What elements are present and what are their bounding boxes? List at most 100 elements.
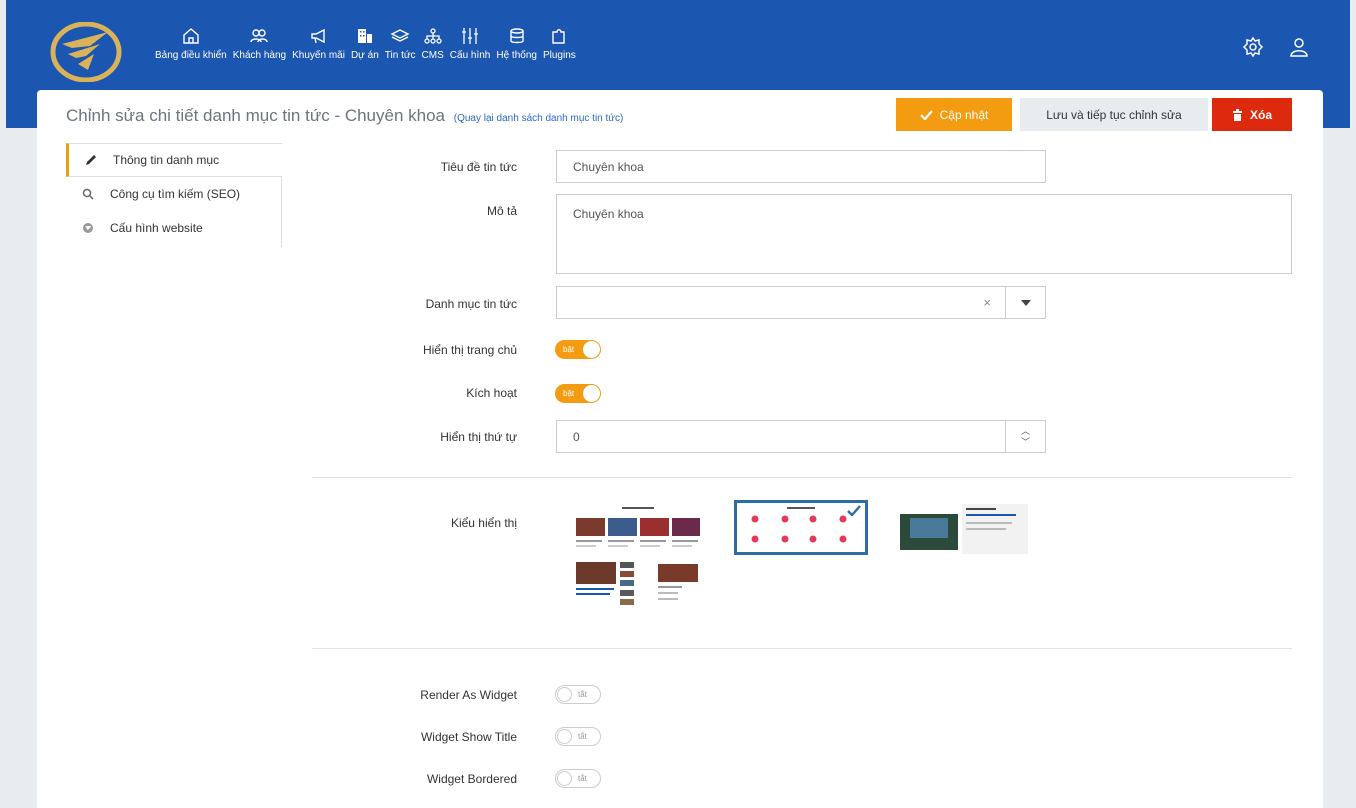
globe-icon — [82, 222, 96, 234]
layout-option-icons[interactable] — [734, 500, 868, 555]
nav-customers[interactable]: Khách hàng — [230, 26, 289, 61]
active-toggle[interactable]: bật — [555, 384, 601, 403]
category-select[interactable]: × — [556, 286, 1046, 319]
user-icon[interactable] — [1288, 36, 1310, 58]
content-panel: Chỉnh sửa chi tiết danh mục tin tức - Ch… — [37, 90, 1323, 808]
tab-label: Công cụ tìm kiếm (SEO) — [110, 187, 241, 201]
sliders-icon — [462, 28, 479, 44]
toggle-text: bật — [563, 389, 575, 398]
order-label: Hiển thị thứ tự — [440, 430, 517, 444]
users-icon — [250, 29, 269, 43]
save-continue-label: Lưu và tiếp tục chỉnh sửa — [1046, 107, 1182, 122]
section-divider — [312, 648, 1292, 649]
widget-bordered-label: Widget Bordered — [426, 772, 517, 786]
nav-config[interactable]: Cấu hình — [447, 26, 494, 61]
chevron-down-icon[interactable]: ﹀ — [1021, 437, 1030, 448]
widget-bordered-toggle[interactable]: tắt — [555, 769, 601, 788]
checkmark-icon — [847, 505, 861, 516]
nav-projects[interactable]: Dự án — [348, 26, 382, 61]
nav-label: Plugins — [542, 50, 576, 61]
nav-label: Dự án — [350, 50, 379, 61]
chevron-up-icon[interactable]: ︿ — [1021, 426, 1030, 437]
megaphone-icon — [310, 28, 325, 44]
update-button[interactable]: Cập nhật — [896, 98, 1012, 131]
puzzle-icon — [552, 29, 566, 44]
title-label: Tiêu đề tin tức — [440, 160, 517, 174]
nav-label: Khuyến mãi — [292, 50, 345, 61]
nav-label: Tin tức — [384, 50, 416, 61]
save-continue-button[interactable]: Lưu và tiếp tục chỉnh sửa — [1020, 98, 1208, 131]
tab-seo[interactable]: Công cụ tìm kiếm (SEO) — [66, 177, 281, 211]
nav-cms[interactable]: CMS — [419, 26, 447, 61]
building-icon — [357, 29, 372, 43]
nav-label: Khách hàng — [232, 50, 287, 61]
tab-label: Cấu hình website — [110, 221, 203, 235]
page-title-text: Chỉnh sửa chi tiết danh mục tin tức - Ch… — [66, 106, 446, 125]
layout-featured-preview — [900, 504, 1028, 554]
database-icon — [509, 28, 524, 44]
title-input[interactable]: Chuyên khoa — [556, 150, 1046, 183]
widget-show-title-label: Widget Show Title — [420, 730, 517, 744]
layout-grid-preview — [576, 507, 700, 547]
toggle-text: tắt — [578, 690, 587, 699]
nav-label: Cấu hình — [449, 50, 491, 61]
layout-option-list[interactable] — [574, 560, 702, 612]
toggle-knob — [557, 687, 572, 702]
nav-news[interactable]: Tin tức — [382, 26, 419, 61]
render-widget-label: Render As Widget — [420, 688, 517, 702]
toggle-text: tắt — [578, 774, 587, 783]
nav-label: Bảng điều khiển — [155, 50, 227, 61]
caret-down-icon[interactable] — [1005, 287, 1045, 318]
title-input-value: Chuyên khoa — [573, 159, 644, 174]
delete-button[interactable]: Xóa — [1212, 98, 1292, 131]
nav-dashboard[interactable]: Bảng điều khiển — [152, 26, 230, 61]
tab-category-info[interactable]: Thông tin danh mục — [66, 143, 282, 177]
render-widget-toggle[interactable]: tắt — [555, 685, 601, 704]
gear-icon[interactable] — [1242, 36, 1264, 58]
nav-promotions[interactable]: Khuyến mãi — [289, 26, 348, 61]
toggle-knob — [557, 729, 572, 744]
layout-option-featured[interactable] — [900, 504, 1028, 554]
brand-logo[interactable] — [50, 22, 122, 82]
clear-selection-icon[interactable]: × — [983, 295, 991, 310]
toggle-knob — [583, 341, 600, 358]
delete-button-label: Xóa — [1249, 107, 1272, 122]
description-label: Mô tả — [486, 204, 517, 218]
nav-system[interactable]: Hệ thống — [493, 26, 540, 61]
description-textarea[interactable]: Chuyên khoa — [556, 194, 1292, 274]
widget-show-title-toggle[interactable]: tắt — [555, 727, 601, 746]
number-stepper[interactable]: ︿ ﹀ — [1005, 421, 1045, 452]
description-value: Chuyên khoa — [573, 207, 644, 221]
show-home-label: Hiển thị trang chủ — [422, 343, 517, 357]
toggle-text: bật — [563, 345, 575, 354]
active-label: Kích hoạt — [466, 386, 517, 400]
check-icon — [919, 109, 933, 120]
home-icon — [183, 28, 199, 44]
section-divider — [312, 477, 1292, 478]
pencil-icon — [85, 154, 99, 166]
category-label: Danh mục tin tức — [425, 297, 517, 311]
side-tabs: Thông tin danh mục Công cụ tìm kiếm (SEO… — [66, 143, 282, 247]
toggle-knob — [583, 385, 600, 402]
trash-icon — [1232, 108, 1242, 121]
tab-website-config[interactable]: Cấu hình website — [66, 211, 281, 245]
display-type-label: Kiểu hiển thị — [450, 516, 517, 530]
show-home-toggle[interactable]: bật — [555, 340, 601, 359]
nav-label: CMS — [421, 50, 444, 61]
back-to-list-link[interactable]: (Quay lại danh sách danh mục tin tức) — [454, 113, 624, 124]
sitemap-icon — [424, 28, 442, 44]
toggle-text: tắt — [578, 732, 587, 741]
nav-plugins[interactable]: Plugins — [540, 26, 579, 61]
nav-label: Hệ thống — [496, 50, 537, 61]
order-value: 0 — [573, 429, 580, 444]
order-number-input[interactable]: 0 ︿ ﹀ — [556, 420, 1046, 453]
tab-label: Thông tin danh mục — [113, 153, 220, 167]
update-button-label: Cập nhật — [939, 107, 989, 122]
layout-list-preview — [576, 562, 698, 605]
layers-icon — [390, 29, 410, 42]
layout-option-grid[interactable] — [574, 504, 702, 554]
search-icon — [82, 188, 96, 200]
top-right-tools — [1242, 36, 1310, 58]
main-nav: Bảng điều khiển Khách hàng Khuyến mãi Dự… — [152, 26, 579, 61]
layout-icons-preview — [751, 507, 847, 543]
